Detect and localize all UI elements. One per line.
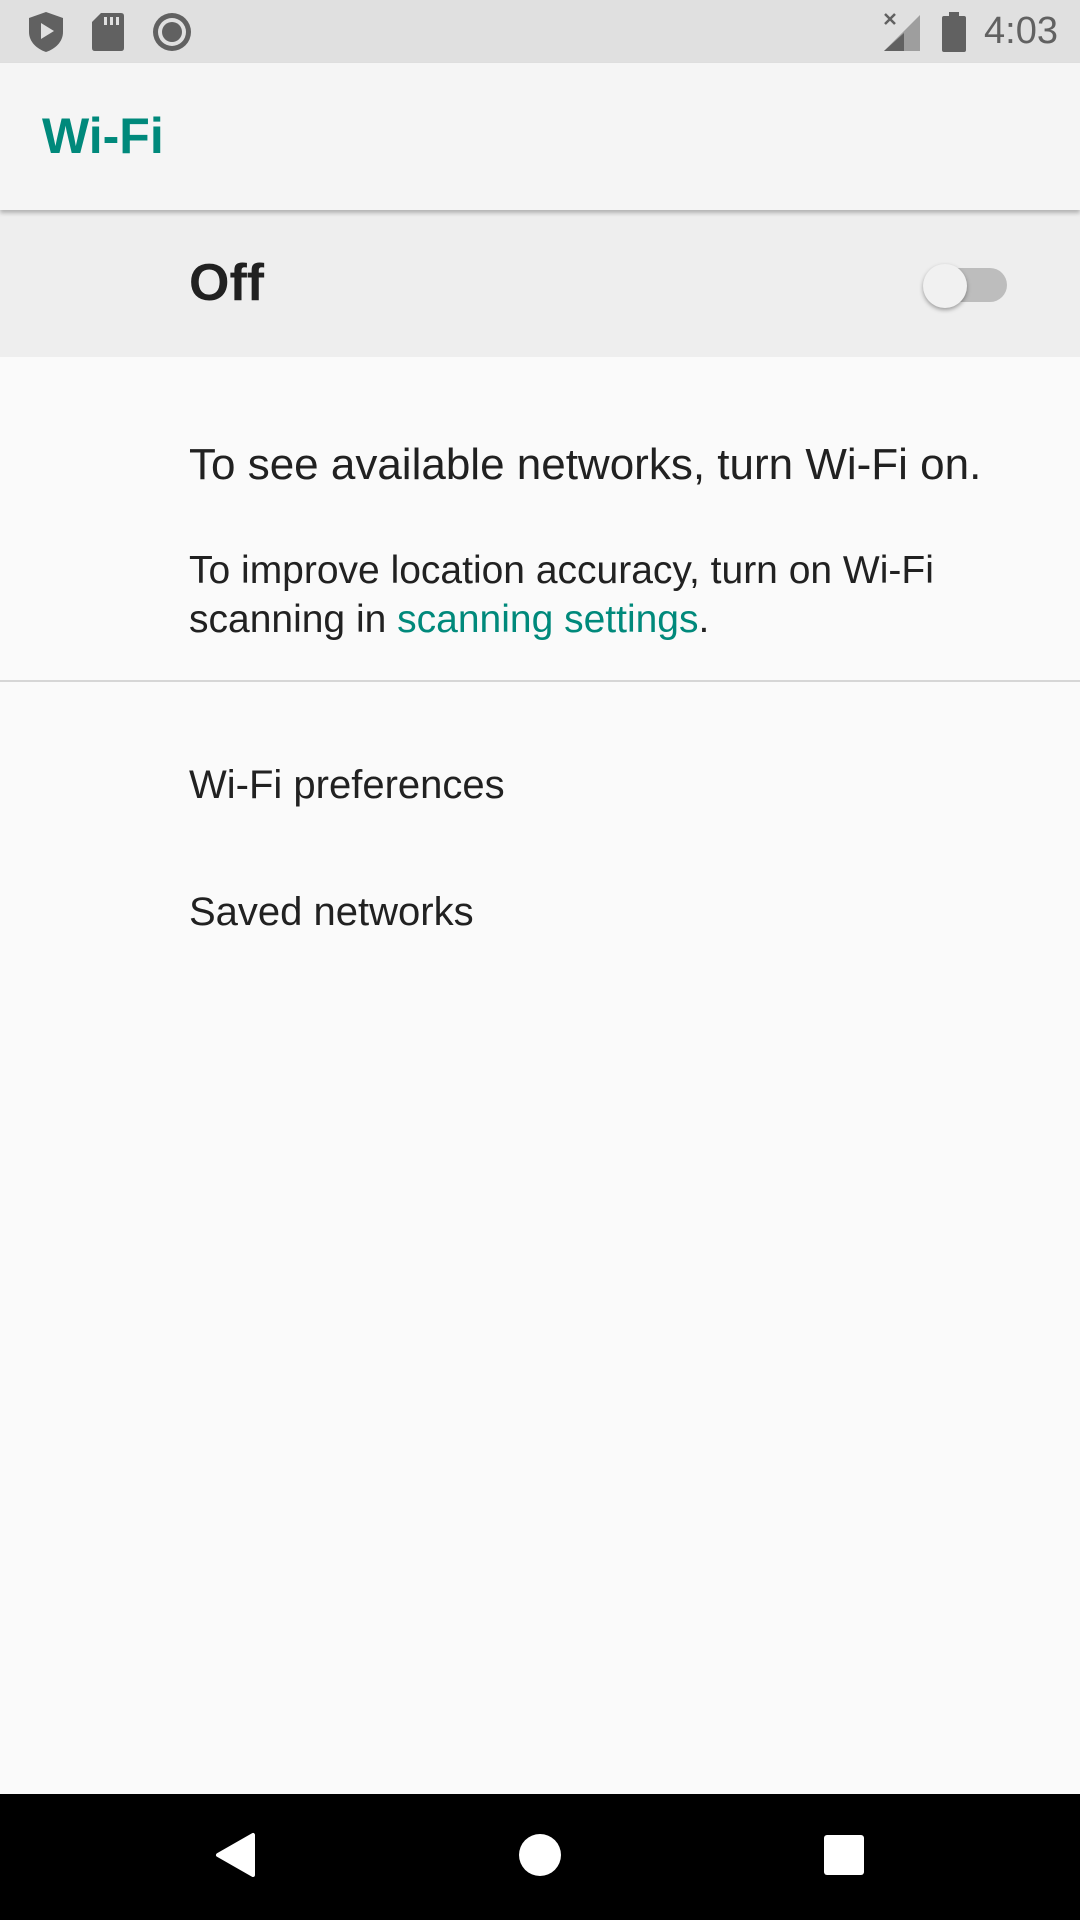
- back-button[interactable]: [175, 1794, 295, 1920]
- wifi-master-switch-bar[interactable]: Off: [0, 210, 1080, 357]
- sd-card-icon: [91, 0, 125, 63]
- wifi-preferences-item[interactable]: Wi-Fi preferences: [0, 722, 1080, 848]
- back-icon: [213, 1831, 257, 1884]
- shield-play-icon: [26, 0, 66, 63]
- divider: [0, 680, 1080, 682]
- home-icon: [518, 1833, 562, 1882]
- wifi-state-label: Off: [189, 254, 265, 312]
- home-button[interactable]: [480, 1794, 600, 1920]
- scanning-hint-suffix: .: [698, 598, 710, 641]
- circle-record-icon: [151, 0, 193, 63]
- status-bar: 4:03: [0, 0, 1080, 63]
- recents-button[interactable]: [784, 1794, 904, 1920]
- no-signal-icon: [882, 0, 922, 63]
- recents-icon: [823, 1834, 865, 1881]
- status-time: 4:03: [984, 10, 1058, 52]
- navigation-bar: [0, 1794, 1080, 1920]
- wifi-preferences-label: Wi-Fi preferences: [189, 763, 505, 807]
- app-bar: Wi-Fi: [0, 63, 1080, 210]
- wifi-toggle-switch[interactable]: [923, 264, 1007, 308]
- saved-networks-item[interactable]: Saved networks: [0, 849, 1080, 975]
- scanning-settings-link[interactable]: scanning settings: [397, 598, 698, 641]
- battery-icon: [940, 0, 968, 63]
- scanning-hint: To improve location accuracy, turn on Wi…: [189, 546, 1029, 644]
- switch-thumb: [923, 264, 967, 308]
- page-title: Wi-Fi: [42, 108, 164, 164]
- wifi-off-message: To see available networks, turn Wi-Fi on…: [189, 440, 982, 489]
- saved-networks-label: Saved networks: [189, 890, 474, 934]
